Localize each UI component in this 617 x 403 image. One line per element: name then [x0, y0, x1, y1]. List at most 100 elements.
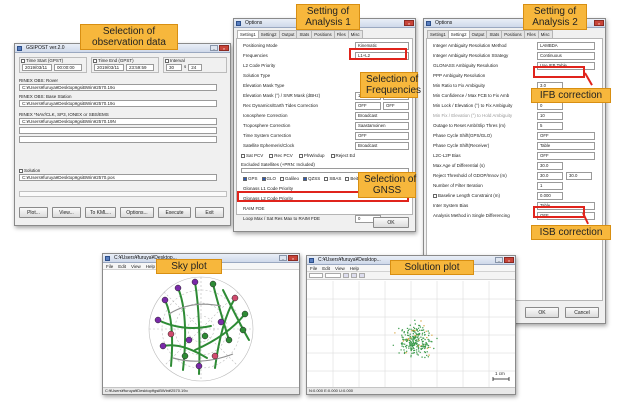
l2c-l2p-select[interactable]: OFF — [537, 152, 595, 160]
solution-point — [412, 340, 414, 342]
toolbar-select[interactable] — [325, 273, 341, 278]
menu-edit[interactable]: Edit — [322, 265, 330, 271]
sat-pcv-checkbox[interactable] — [241, 153, 245, 158]
tab-files[interactable]: Files — [333, 30, 349, 38]
view-button[interactable]: View... — [52, 207, 81, 218]
rec-pcv-checkbox[interactable] — [269, 153, 274, 158]
options-button[interactable]: Options... — [120, 207, 154, 218]
menu-edit[interactable]: Edit — [118, 263, 126, 269]
rec-dynamics-select[interactable]: OFF — [355, 102, 381, 110]
tab-setting1[interactable]: Setting1 — [237, 30, 259, 38]
tab-stats[interactable]: Stats — [486, 30, 503, 38]
close-button[interactable]: × — [504, 257, 514, 263]
tab-setting1[interactable]: Setting1 — [427, 30, 449, 38]
rinex-nav-field[interactable]: C:¥Users¥furuya¥Desktop¥gsiBWin¥2570.19N — [19, 118, 217, 125]
toolbar-button[interactable] — [359, 273, 365, 278]
min-fix-field[interactable]: 10 — [537, 112, 563, 120]
ephemeris-select[interactable]: Broadcast — [355, 142, 409, 150]
baseline-checkbox[interactable] — [433, 193, 437, 198]
tab-stats[interactable]: Stats — [296, 30, 313, 38]
tab-output[interactable]: Output — [468, 30, 488, 38]
ar-strategy-select[interactable]: Continuous — [537, 52, 595, 60]
menu-help[interactable]: Help — [350, 265, 359, 271]
reject-gdop-field[interactable]: 30.0 — [537, 172, 563, 180]
minimize-button[interactable]: – — [495, 257, 503, 263]
close-button[interactable]: × — [404, 20, 414, 26]
tab-positions[interactable]: Positions — [311, 30, 335, 38]
min-lock-field[interactable]: 0 — [537, 102, 563, 110]
solution-point — [421, 334, 423, 336]
close-button[interactable]: × — [288, 255, 298, 261]
tab-setting2[interactable]: Setting2 — [257, 30, 280, 38]
phwindup-checkbox[interactable] — [298, 153, 303, 158]
time-start-time[interactable]: 00:00:00 — [54, 64, 82, 71]
troposphere-select[interactable]: Saastamoinen — [355, 122, 409, 130]
tab-output[interactable]: Output — [278, 30, 298, 38]
menu-view[interactable]: View — [131, 263, 141, 269]
ionosphere-select[interactable]: Broadcast — [355, 112, 409, 120]
options2-ok-button[interactable]: OK — [525, 307, 559, 318]
menu-view[interactable]: View — [335, 265, 345, 271]
solution-checkbox[interactable] — [19, 168, 23, 173]
toolbar-button[interactable] — [343, 273, 349, 278]
option-label: Outage to Reset Amb/Slip Thres (m) — [433, 123, 506, 128]
minimize-button[interactable]: – — [210, 45, 218, 51]
filter-iter-field[interactable]: 1 — [537, 182, 563, 190]
plot-button[interactable]: Plot... — [19, 207, 48, 218]
qzss-checkbox[interactable] — [303, 176, 308, 181]
to-kml-button[interactable]: To KML... — [85, 207, 116, 218]
solution-field[interactable]: C:¥Users¥furuya¥Desktop¥gsiBWin¥2570.pos — [19, 174, 217, 181]
toolbar-select[interactable] — [309, 273, 323, 278]
interval-checkbox[interactable] — [165, 58, 169, 63]
tab-setting2[interactable]: Setting2 — [447, 30, 470, 38]
menu-file[interactable]: File — [106, 263, 113, 269]
rinex-rover-field[interactable]: C:¥Users¥furuya¥Desktop¥gsiBWin¥2570.19o — [19, 84, 217, 91]
time-start-checkbox[interactable] — [21, 58, 25, 63]
phase-shift-rcv-select[interactable]: Table — [537, 142, 595, 150]
reject-innov-field[interactable]: 30.0 — [566, 172, 592, 180]
solution-point — [401, 345, 403, 347]
reject-ed-checkbox[interactable] — [330, 153, 335, 158]
sky-plot-canvas[interactable] — [103, 270, 299, 388]
beidou-checkbox[interactable] — [345, 176, 350, 181]
phase-shift-gps-select[interactable]: OFF — [537, 132, 595, 140]
exit-button[interactable]: Exit — [195, 207, 224, 218]
tab-files[interactable]: Files — [523, 30, 539, 38]
option-label: Max Age of Differential (s) — [433, 163, 485, 168]
rinex-base-field[interactable]: C:¥Users¥furuya¥Desktop¥gsiBWin¥2570.19o — [19, 100, 217, 107]
interval-field[interactable]: 30 — [166, 64, 182, 71]
toolbar-button[interactable] — [351, 273, 357, 278]
earth-tides-select[interactable]: OFF — [383, 102, 409, 110]
solution-plot-canvas[interactable]: 1 cm — [307, 281, 515, 388]
time-end-time[interactable]: 23:59:59 — [126, 64, 154, 71]
galileo-checkbox[interactable] — [280, 176, 285, 181]
close-button[interactable]: × — [219, 45, 229, 51]
sbas-checkbox[interactable] — [324, 176, 329, 181]
max-age-field[interactable]: 30.0 — [537, 162, 563, 170]
rinex-nav-field-3[interactable] — [19, 136, 217, 143]
options1-ok-button[interactable]: OK — [373, 217, 409, 228]
tab-positions[interactable]: Positions — [501, 30, 525, 38]
execute-button[interactable]: Execute — [158, 207, 191, 218]
menu-help[interactable]: Help — [146, 263, 155, 269]
rinex-nav-field-2[interactable] — [19, 127, 217, 134]
time-end-date[interactable]: 2019/03/11 — [94, 64, 124, 71]
close-button[interactable]: × — [594, 20, 604, 26]
time-start-date[interactable]: 2019/03/11 — [22, 64, 52, 71]
glo-checkbox[interactable] — [261, 176, 266, 181]
tab-misc[interactable]: Misc — [537, 30, 553, 38]
time-end-checkbox[interactable] — [93, 58, 97, 63]
baseline-field[interactable]: 0.000 — [537, 192, 563, 200]
minimize-button[interactable]: – — [279, 255, 287, 261]
gps-checkbox[interactable] — [243, 176, 247, 181]
satellite-marker — [201, 332, 209, 340]
tab-misc[interactable]: Misc — [347, 30, 363, 38]
outage-field[interactable]: 5 — [537, 122, 563, 130]
unit-field[interactable]: 24 — [188, 64, 203, 71]
solution-point — [423, 325, 425, 327]
time-system-select[interactable]: OFF — [355, 132, 409, 140]
ar-method-select[interactable]: LAMBDA — [537, 42, 595, 50]
solution-point — [420, 338, 423, 341]
options2-cancel-button[interactable]: Cancel — [565, 307, 599, 318]
menu-file[interactable]: File — [310, 265, 317, 271]
